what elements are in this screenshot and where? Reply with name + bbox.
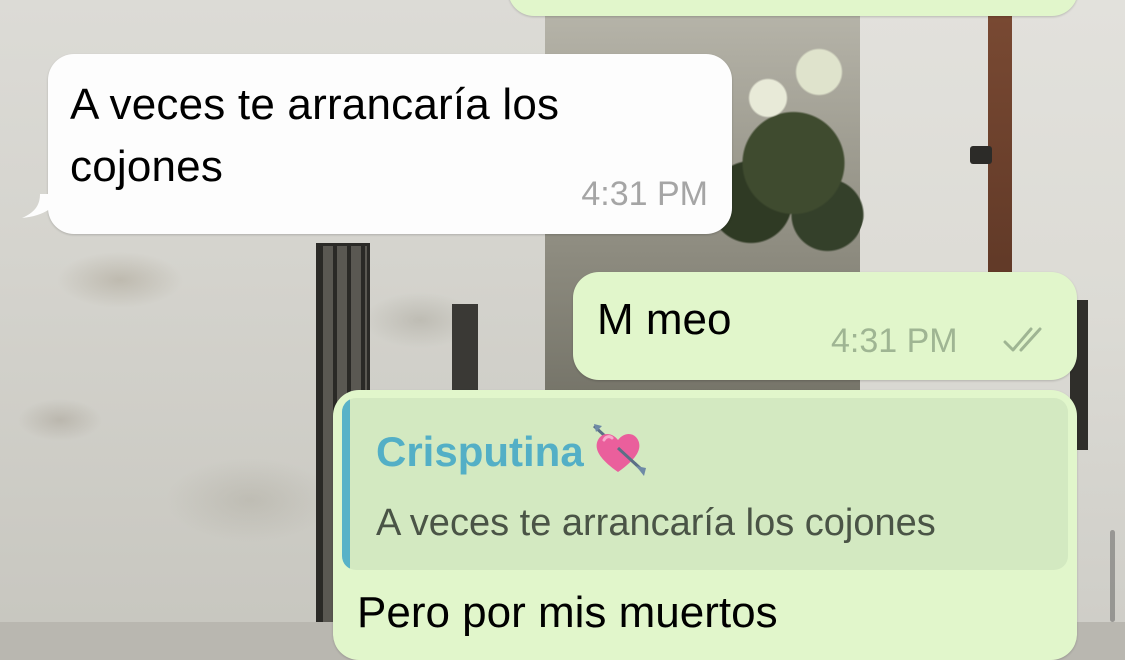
- bubble-tail: [22, 194, 62, 218]
- quoted-text: A veces te arrancaría los cojones: [376, 502, 936, 544]
- message-text: M meo: [597, 295, 732, 344]
- double-check-icon: [1003, 327, 1042, 352]
- message-bubble-reply[interactable]: Crisputina A veces te arrancaría los coj…: [333, 390, 1077, 660]
- wallpaper-small-window: [452, 304, 478, 394]
- heart-with-arrow-icon: [592, 424, 646, 476]
- quote-accent-bar: [342, 398, 350, 570]
- scroll-indicator[interactable]: [1110, 530, 1115, 622]
- message-bubble-partial[interactable]: [508, 0, 1078, 16]
- quoted-author-name: Crisputina: [376, 428, 584, 475]
- message-bubble-incoming[interactable]: A veces te arrancaría los cojones 4:31 P…: [22, 54, 732, 234]
- quoted-message[interactable]: Crisputina A veces te arrancaría los coj…: [342, 398, 1068, 570]
- message-bubble-outgoing[interactable]: M meo 4:31 PM: [573, 272, 1077, 380]
- wallpaper-lamp: [970, 146, 992, 164]
- message-timestamp: 4:31 PM: [831, 322, 958, 360]
- quoted-author: Crisputina: [376, 424, 648, 478]
- message-timestamp: 4:31 PM: [581, 175, 708, 213]
- message-text: Pero por mis muertos: [357, 588, 778, 637]
